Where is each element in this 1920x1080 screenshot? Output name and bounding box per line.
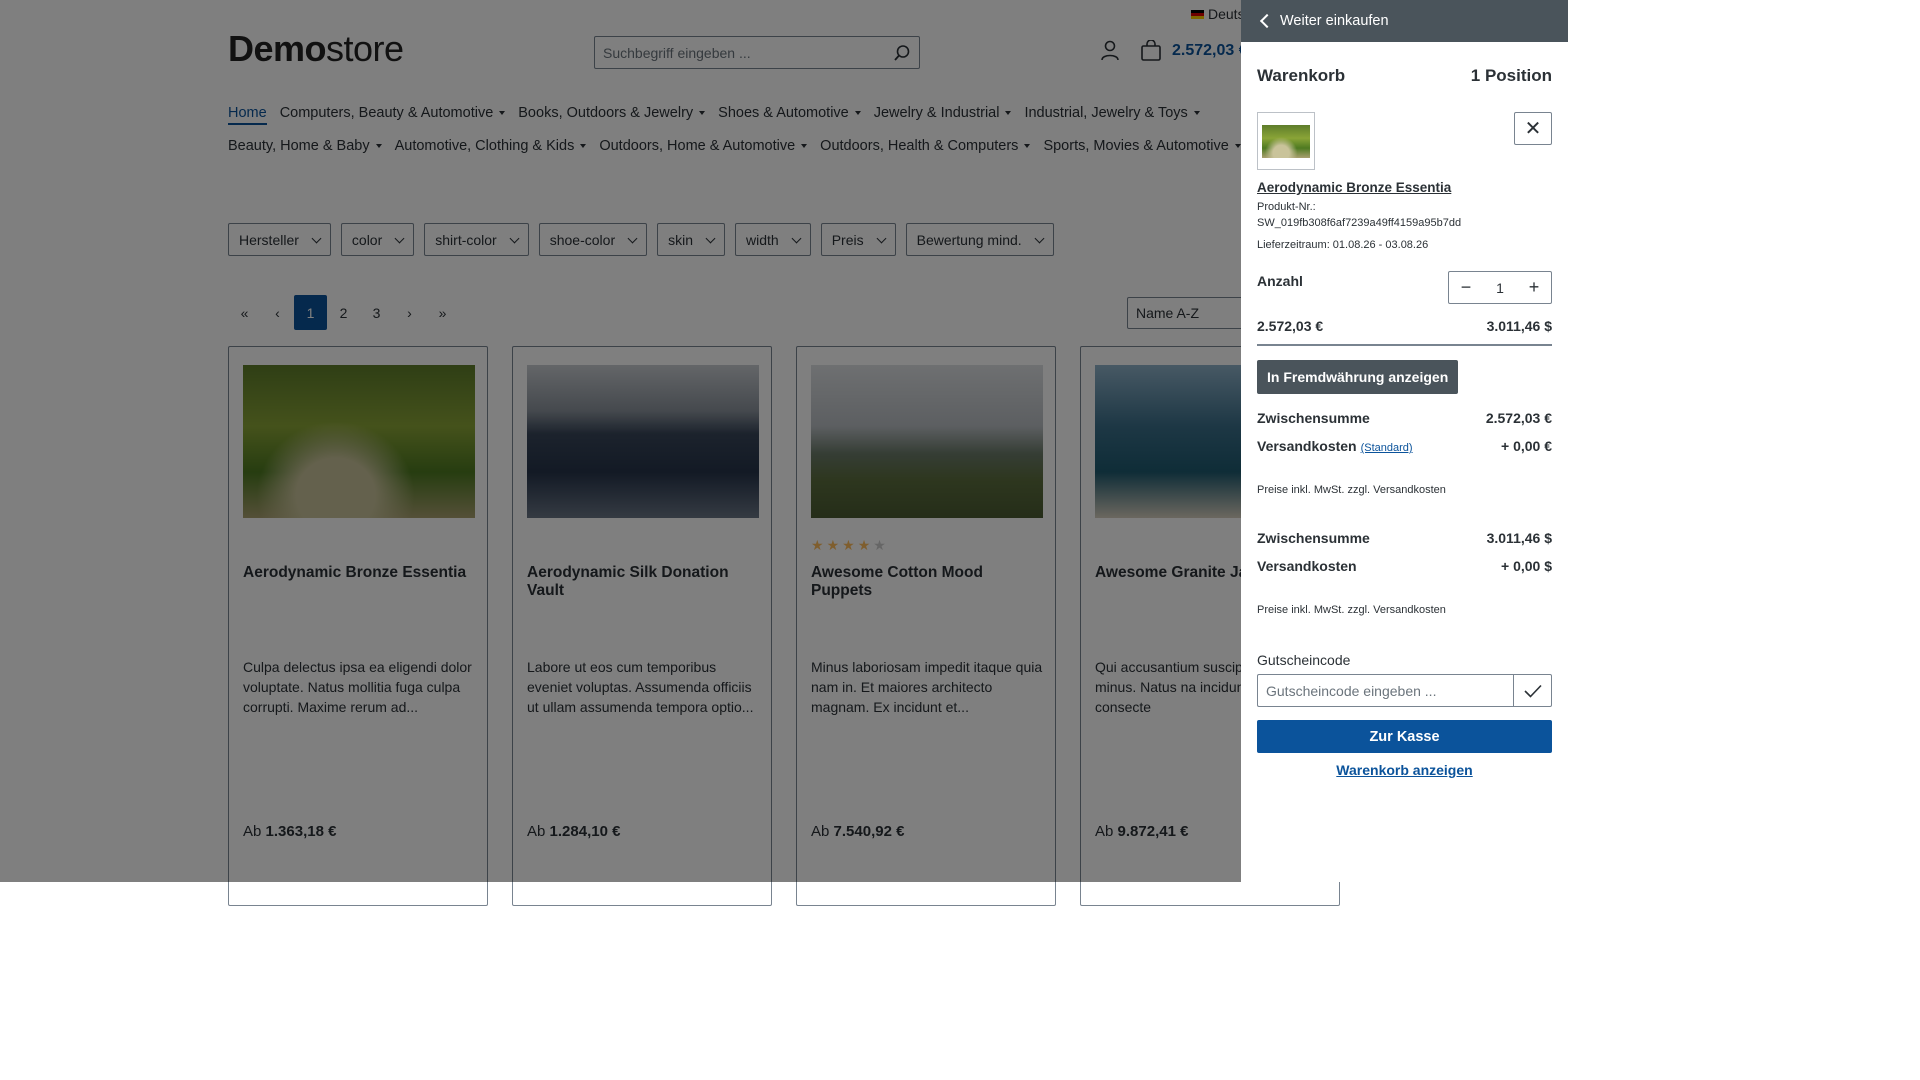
coupon-submit-button[interactable] — [1513, 674, 1552, 707]
shipping-value: + 0,00 € — [1501, 438, 1552, 454]
continue-shopping-label: Weiter einkaufen — [1280, 13, 1389, 29]
subtotal-value: 2.572,03 € — [1485, 410, 1552, 426]
product-image — [1262, 124, 1310, 158]
summary-usd: Zwischensumme 3.011,46 $ Versandkosten +… — [1257, 530, 1552, 616]
checkout-button[interactable]: Zur Kasse — [1257, 720, 1552, 753]
product-number-value: SW_019fb308f6af7239a49ff4159a95b7dd — [1257, 217, 1462, 229]
quantity-value[interactable]: 1 — [1496, 280, 1504, 296]
line-item-prices: 2.572,03 € 3.011,46 $ — [1257, 318, 1552, 346]
cart-offcanvas: Weiter einkaufen Warenkorb 1 Position ✕ … — [1241, 0, 1568, 882]
show-foreign-currency-button[interactable]: In Fremdwährung anzeigen — [1257, 360, 1459, 394]
view-cart-link[interactable]: Warenkorb anzeigen — [1257, 762, 1552, 778]
delivery-time: Lieferzeitraum: 01.08.26 - 03.08.26 — [1257, 239, 1429, 251]
coupon-label: Gutscheincode — [1257, 652, 1351, 668]
subtotal-fx-label: Zwischensumme — [1257, 530, 1370, 546]
tax-note-fx: Preise inkl. MwSt. zzgl. Versandkosten — [1257, 604, 1446, 616]
cart-position-count: 1 Position — [1470, 66, 1552, 85]
shipping-method-link[interactable]: (Standard) — [1361, 442, 1413, 454]
summary-eur: Zwischensumme 2.572,03 € Versandkosten (S… — [1257, 410, 1552, 496]
close-icon: ✕ — [1524, 118, 1542, 140]
checkmark-icon — [1523, 684, 1542, 698]
shipping-fx-label: Versandkosten — [1257, 558, 1357, 574]
subtotal-fx-value: 3.011,46 $ — [1486, 530, 1552, 546]
quantity-label: Anzahl — [1257, 273, 1303, 289]
quantity-stepper: − 1 + — [1448, 271, 1552, 304]
decrease-quantity-button[interactable]: − — [1457, 277, 1475, 298]
line-item-price: 2.572,03 € — [1257, 318, 1324, 334]
shipping-fx-value: + 0,00 $ — [1501, 558, 1552, 574]
shipping-label: Versandkosten — [1257, 438, 1357, 454]
coupon-input[interactable] — [1257, 674, 1513, 707]
cart-line-item: ✕ Aerodynamic Bronze Essentia Produkt-Nr… — [1257, 112, 1552, 346]
line-item-price-fx: 3.011,46 $ — [1486, 318, 1552, 334]
continue-shopping-button[interactable]: Weiter einkaufen — [1241, 0, 1568, 42]
product-number: Produkt-Nr.: SW_019fb308f6af7239a49ff415… — [1257, 199, 1552, 231]
line-item-thumbnail[interactable] — [1257, 112, 1315, 170]
subtotal-label: Zwischensumme — [1257, 410, 1370, 426]
product-number-label: Produkt-Nr.: — [1257, 201, 1316, 213]
increase-quantity-button[interactable]: + — [1525, 277, 1543, 298]
remove-item-button[interactable]: ✕ — [1514, 112, 1552, 145]
coupon-form — [1257, 674, 1552, 707]
line-item-name[interactable]: Aerodynamic Bronze Essentia — [1257, 180, 1552, 195]
chevron-left-icon — [1259, 13, 1275, 29]
cart-title: Warenkorb — [1257, 66, 1346, 85]
tax-note: Preise inkl. MwSt. zzgl. Versandkosten — [1257, 484, 1446, 496]
